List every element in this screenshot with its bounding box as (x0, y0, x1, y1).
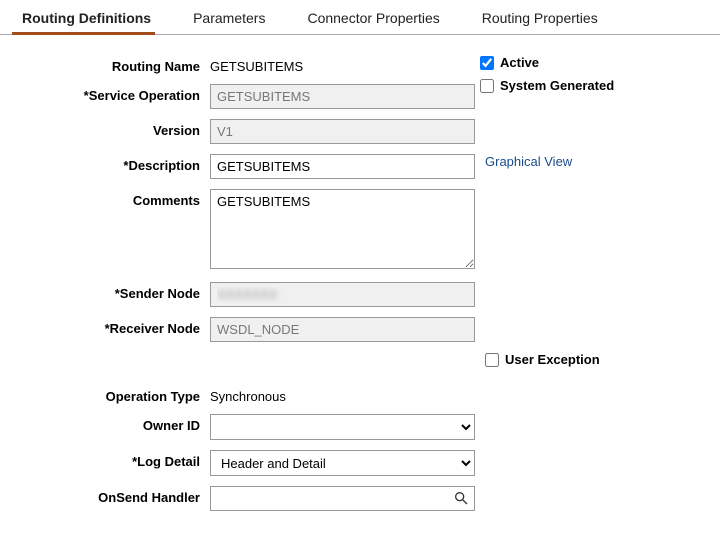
user-exception-checkbox[interactable] (485, 353, 499, 367)
routing-name-value: GETSUBITEMS (210, 55, 475, 74)
receiver-node-field (210, 317, 475, 342)
onsend-handler-label: OnSend Handler (10, 486, 210, 505)
receiver-node-label: *Receiver Node (10, 317, 210, 336)
onsend-handler-field[interactable] (210, 486, 475, 511)
active-checkbox[interactable] (480, 56, 494, 70)
owner-id-select[interactable] (210, 414, 475, 440)
tab-routing-definitions[interactable]: Routing Definitions (8, 0, 179, 34)
version-field (210, 119, 475, 144)
tab-parameters[interactable]: Parameters (179, 0, 293, 34)
tab-bar: Routing Definitions Parameters Connector… (0, 0, 720, 35)
system-generated-checkbox[interactable] (480, 79, 494, 93)
description-label: *Description (10, 154, 210, 173)
form-area: Active System Generated Routing Name GET… (0, 35, 720, 531)
version-label: Version (10, 119, 210, 138)
description-field[interactable] (210, 154, 475, 179)
top-right-checkboxes: Active System Generated (480, 55, 614, 101)
tab-connector-properties[interactable]: Connector Properties (293, 0, 467, 34)
operation-type-label: Operation Type (10, 385, 210, 404)
log-detail-select[interactable]: Header and Detail (210, 450, 475, 476)
operation-type-value: Synchronous (210, 385, 475, 404)
comments-label: Comments (10, 189, 210, 208)
service-operation-field (210, 84, 475, 109)
owner-id-label: Owner ID (10, 414, 210, 433)
comments-field[interactable]: GETSUBITEMS (210, 189, 475, 269)
routing-name-label: Routing Name (10, 55, 210, 74)
search-icon[interactable] (453, 490, 469, 506)
sender-node-field (210, 282, 475, 307)
system-generated-label: System Generated (500, 78, 614, 93)
tab-routing-properties[interactable]: Routing Properties (468, 0, 626, 34)
graphical-view-link[interactable]: Graphical View (485, 154, 572, 169)
service-operation-label: *Service Operation (10, 84, 210, 103)
active-label: Active (500, 55, 539, 70)
log-detail-label: *Log Detail (10, 450, 210, 469)
user-exception-label: User Exception (505, 352, 600, 367)
sender-node-label: *Sender Node (10, 282, 210, 301)
